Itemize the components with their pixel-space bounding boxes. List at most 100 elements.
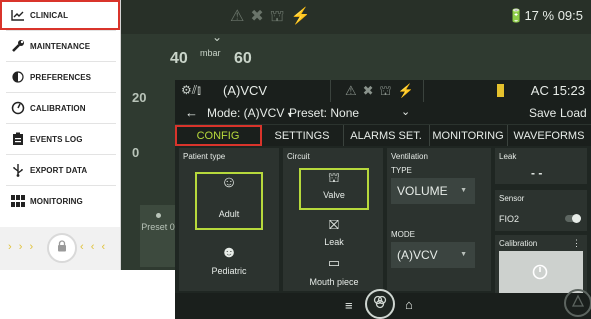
ventilator-config-window: ⚙⫽⫾ (A)VCV ⚠✖⛫⚡ AC 15:23 ← Mode: (A)VCV … (175, 80, 591, 319)
chart-line-icon (6, 9, 30, 21)
menu-item-events-log[interactable]: EVENTS LOG (0, 124, 120, 154)
ventilator-logo-icon (571, 294, 585, 313)
option-label: Leak (324, 237, 344, 247)
patient-circuit-icons: ⚙⫽⫾ (181, 83, 201, 97)
sensor-panel: Sensor FIO2 (495, 190, 587, 231)
tab-monitoring[interactable]: MONITORING (429, 125, 508, 146)
menu-item-label: CALIBRATION (30, 103, 86, 113)
save-button[interactable]: Save (529, 106, 556, 120)
background-axis-values: 20 0 (132, 90, 146, 160)
active-mode-title: (A)VCV (223, 83, 268, 98)
alarm-silence-button[interactable] (564, 289, 591, 317)
gauge-right-value: 60 (234, 50, 252, 67)
preferences-icon (6, 70, 30, 84)
gauge-left-value: 40 (170, 50, 188, 67)
mode-select[interactable]: Mode: (A)VCV ▾ (207, 106, 292, 120)
menu-item-label: PREFERENCES (30, 72, 92, 82)
chevron-down-icon: ⌄ (212, 30, 223, 44)
mode-select-value: Mode: (A)VCV (207, 106, 285, 120)
background-preset-button[interactable]: Preset 0 (140, 205, 176, 267)
usb-icon (6, 163, 30, 177)
main-menu: CLINICAL MAINTENANCE PREFERENCES CALIBRA… (0, 0, 121, 270)
wrench-icon (6, 39, 30, 53)
ventilation-panel: Ventilation TYPE VOLUME ▼ MODE (A)VCV ▼ (387, 148, 491, 291)
ventilation-mode-select[interactable]: (A)VCV ▼ (391, 242, 475, 268)
background-status-icons: ⚠✖⛫⚡ (230, 8, 317, 25)
leak-icon[interactable]: ⛝ (299, 217, 369, 233)
ventilator-logo-button[interactable] (365, 289, 395, 319)
option-label: Mouth piece (309, 277, 359, 287)
background-battery-time: 🔋17 % 09:5 (508, 8, 583, 23)
mouth-piece-icon[interactable]: ▭ (299, 255, 369, 271)
menu-item-label: CLINICAL (30, 10, 69, 20)
menu-item-label: MAINTENANCE (30, 41, 91, 51)
caret-down-icon: ▼ (460, 187, 467, 194)
panel-title: Ventilation (391, 152, 428, 161)
panel-title: Leak (499, 152, 517, 161)
power-time: AC 15:23 (530, 83, 585, 98)
back-arrow-icon[interactable]: ← (185, 105, 198, 120)
caret-down-icon: ▼ (460, 251, 467, 258)
select-value: VOLUME (397, 184, 448, 198)
menu-item-label: EVENTS LOG (30, 134, 83, 144)
tab-config[interactable]: CONFIG (175, 125, 262, 146)
panel-title: Circuit (287, 152, 310, 161)
calibration-icon (6, 101, 30, 115)
load-button[interactable]: Load (560, 106, 587, 120)
lock-icon (57, 239, 67, 257)
menu-item-clinical[interactable]: CLINICAL (0, 0, 120, 30)
dot-icon (155, 213, 161, 218)
menu-item-label: EXPORT DATA (30, 165, 88, 175)
option-label: Pediatric (211, 266, 247, 276)
menu-item-preferences[interactable]: PREFERENCES (0, 62, 120, 92)
preset-label: Preset 0 (141, 222, 175, 232)
valve-icon: ⛫ (328, 170, 340, 185)
status-bar: ⚙⫽⫾ (A)VCV ⚠✖⛫⚡ AC 15:23 (175, 80, 591, 102)
divider (330, 80, 331, 102)
background-status-bar: ⚠✖⛫⚡ 🔋17 % 09:5 (120, 0, 591, 34)
tab-settings[interactable]: SETTINGS (261, 125, 344, 146)
fio2-toggle[interactable] (565, 214, 581, 223)
leak-panel: Leak - - (495, 148, 587, 184)
calibration-panel: Calibration ⋮ (495, 235, 587, 293)
clipboard-icon (6, 132, 30, 146)
panel-title: Calibration (499, 239, 538, 248)
lock-button[interactable] (47, 233, 77, 263)
sensor-label: FIO2 (499, 214, 520, 224)
panel-title: Sensor (499, 194, 525, 203)
menu-item-monitoring[interactable]: MONITORING (0, 186, 120, 216)
menu-item-calibration[interactable]: CALIBRATION (0, 93, 120, 123)
tab-bar: CONFIG SETTINGS ALARMS SET. MONITORING W… (175, 124, 591, 146)
axis-value: 0 (132, 145, 140, 160)
mode-toolbar: ← Mode: (A)VCV ▾ Preset: None ⌄ Save Loa… (175, 102, 591, 124)
alarm-status-icons: ⚠✖⛫⚡ (345, 83, 420, 98)
option-label: Adult (218, 209, 240, 219)
ventilation-type-select[interactable]: VOLUME ▼ (391, 178, 475, 204)
pediatric-icon[interactable]: ☻ (195, 244, 263, 262)
slide-arrows-left: › › › (8, 241, 36, 253)
more-vertical-icon[interactable]: ⋮ (572, 238, 581, 249)
patient-type-panel: Patient type ☺ Adult ☻ Pediatric (179, 148, 279, 291)
select-value: (A)VCV (397, 248, 438, 262)
tab-waveforms[interactable]: WAVEFORMS (507, 125, 591, 146)
preset-select[interactable]: Preset: None (289, 106, 359, 120)
toggle-knob (572, 214, 581, 223)
hamburger-menu-icon[interactable]: ≡ (345, 298, 353, 313)
menu-item-export-data[interactable]: EXPORT DATA (0, 155, 120, 185)
mode-label: MODE (391, 230, 415, 239)
bottom-nav-bar: ≡ ⌂ (175, 289, 591, 319)
leak-value: - - (531, 166, 543, 180)
home-icon[interactable]: ⌂ (405, 297, 413, 312)
tab-alarms-set[interactable]: ALARMS SET. (343, 125, 430, 146)
menu-lock-bar: › › › ‹ ‹ ‹ (0, 227, 120, 270)
type-label: TYPE (391, 166, 412, 175)
menu-item-maintenance[interactable]: MAINTENANCE (0, 31, 120, 61)
grid-icon (6, 195, 30, 207)
menu-item-label: MONITORING (30, 196, 83, 206)
calibration-gauge-icon (532, 264, 548, 285)
calibration-button[interactable] (499, 251, 583, 293)
gauge-unit: mbar (200, 48, 221, 58)
slide-arrows-right: ‹ ‹ ‹ (80, 241, 108, 253)
chevron-down-icon[interactable]: ⌄ (401, 105, 410, 118)
axis-value: 20 (132, 90, 147, 105)
